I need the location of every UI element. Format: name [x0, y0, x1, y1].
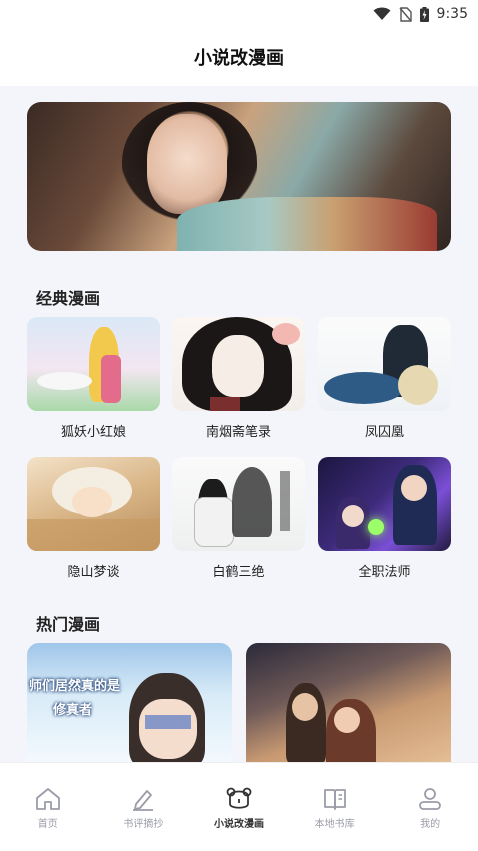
tab-label: 首页 — [37, 819, 58, 830]
comic-card[interactable]: 白鹤三绝 — [172, 457, 305, 580]
comic-card[interactable]: 南烟斋笔录 — [172, 317, 305, 440]
comic-title: 隐山梦谈 — [67, 565, 120, 580]
tab-home[interactable]: 首页 — [3, 787, 93, 830]
tab-book-review[interactable]: 书评摘抄 — [98, 787, 188, 830]
tab-label: 书评摘抄 — [123, 819, 164, 830]
tab-label: 我的 — [420, 819, 441, 830]
hot-comic-card[interactable]: 师们居然真的是 修真者 — [27, 643, 232, 773]
comic-card[interactable]: 全职法师 — [318, 457, 451, 580]
comic-cover — [318, 457, 451, 551]
battery-charging-icon — [419, 6, 429, 22]
pen-icon — [133, 790, 154, 811]
comic-cover — [318, 317, 451, 411]
comic-title: 白鹤三绝 — [212, 565, 265, 580]
tab-label: 本地书库 — [314, 819, 355, 830]
bottom-tab-bar: 首页 书评摘抄 小说改漫画 本地书库 我的 — [0, 762, 478, 851]
comic-title: 狐妖小红娘 — [60, 425, 126, 440]
page-header: 小说改漫画 — [0, 28, 478, 86]
comic-cover — [27, 317, 160, 411]
banner-figure-face — [147, 114, 227, 214]
page-title: 小说改漫画 — [194, 48, 284, 69]
home-icon — [35, 788, 60, 810]
comic-card[interactable]: 凤囚凰 — [318, 317, 451, 440]
tab-local-library[interactable]: 本地书库 — [290, 787, 380, 830]
no-sim-icon — [399, 6, 412, 22]
comic-card[interactable]: 狐妖小红娘 — [27, 317, 160, 440]
hot-comic-card[interactable] — [246, 643, 451, 773]
comic-cover — [172, 317, 305, 411]
cover-text: 修真者 — [53, 703, 93, 718]
clock: 9:35 — [436, 6, 468, 22]
section-title-classic: 经典漫画 — [36, 289, 101, 308]
comic-title: 全职法师 — [358, 565, 411, 580]
status-bar: 9:35 — [0, 0, 478, 28]
comic-cover — [172, 457, 305, 551]
user-icon — [419, 788, 442, 810]
cover-text: 师们居然真的是 — [29, 679, 121, 694]
comic-cover — [27, 457, 160, 551]
tab-novel-to-comic[interactable]: 小说改漫画 — [194, 787, 284, 830]
comic-title: 凤囚凰 — [364, 425, 404, 440]
hero-banner[interactable] — [27, 102, 451, 251]
tab-profile[interactable]: 我的 — [385, 787, 475, 830]
banner-figure-cloth — [177, 197, 437, 251]
bear-icon — [226, 787, 252, 809]
wifi-icon — [373, 7, 391, 20]
book-icon — [323, 789, 346, 810]
section-title-hot: 热门漫画 — [36, 615, 101, 634]
comic-card[interactable]: 隐山梦谈 — [27, 457, 160, 580]
tab-label: 小说改漫画 — [213, 819, 264, 830]
comic-title: 南烟斋笔录 — [205, 425, 271, 440]
